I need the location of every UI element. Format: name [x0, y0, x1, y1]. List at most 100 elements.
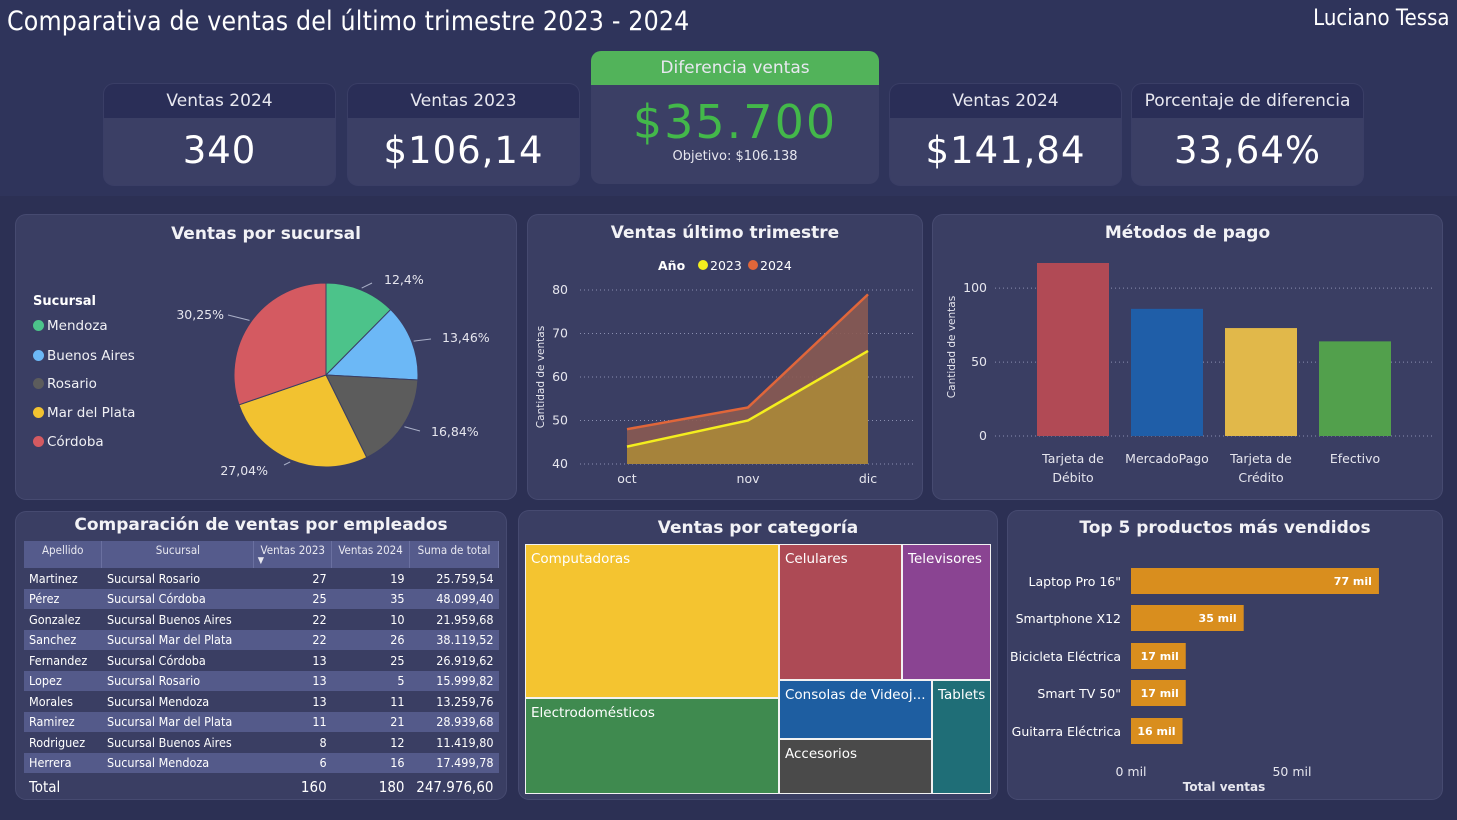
table-cell: 5: [331, 670, 410, 691]
table-cell: 11.419,80: [409, 732, 499, 753]
employees-panel[interactable]: Comparación de ventas por empleados Apel…: [16, 512, 506, 799]
top5-panel[interactable]: Top 5 productos más vendidos Laptop Pro …: [1008, 511, 1442, 799]
table-cell: 13: [253, 670, 332, 691]
legend-label-2023: 2023: [710, 258, 742, 273]
y-tick-label: 60: [552, 369, 568, 384]
pie-panel[interactable]: Ventas por sucursal Sucursal Mendoza Bue…: [16, 215, 516, 499]
x-tick-label: 50 mil: [1272, 764, 1311, 779]
table-cell: 21.959,68: [409, 609, 499, 630]
data-label: 35 mil: [1199, 612, 1237, 625]
treemap-cell-tablets[interactable]: Tablets: [932, 680, 991, 794]
table-cell: 10: [331, 609, 410, 630]
y-tick-label: Laptop Pro 16": [1029, 574, 1121, 589]
y-tick-label: 100: [963, 280, 987, 295]
table-total-cell: 247.976,60: [409, 773, 499, 797]
kpi-value: 340: [182, 129, 257, 172]
data-label: 77 mil: [1334, 575, 1372, 588]
pie-leader-line: [413, 338, 432, 342]
legend-dot: [698, 260, 708, 270]
col-ventas-2023[interactable]: Ventas 2023 ▼: [253, 541, 333, 568]
table-cell: 28.939,68: [409, 711, 499, 732]
table-cell: 11: [331, 691, 410, 712]
x-tick-label: Débito: [1052, 470, 1093, 485]
data-label: 17 mil: [1141, 650, 1179, 663]
table-cell: 38.119,52: [409, 629, 499, 650]
kpi-card-diferencia-ventas[interactable]: Diferencia ventas $35.700 Objetivo: $106…: [591, 51, 879, 184]
table-row[interactable]: Pérez Sucursal Córdoba 25 35 48.099,40: [24, 588, 499, 609]
sort-desc-icon: ▼: [257, 556, 265, 566]
kpi-card-ventas-2023[interactable]: Ventas 2023 $106,14 mil: [348, 84, 579, 185]
top5-chart[interactable]: Laptop Pro 16" 77 mil Smartphone X12 35 mil…: [1008, 511, 1442, 799]
bar-1: [1131, 308, 1203, 436]
bar-panel[interactable]: Métodos de pago 0 50 100 Cantidad de ventas…: [933, 215, 1442, 499]
table-cell: Sucursal Córdoba: [101, 588, 254, 609]
table-row[interactable]: Morales Sucursal Mendoza 13 11 13.259,76: [24, 691, 499, 712]
table-cell: 27: [253, 568, 332, 589]
y-tick-label: Smartphone X12: [1016, 611, 1121, 626]
data-label: 16 mil: [1137, 725, 1175, 738]
page-title: Comparativa de ventas del último trimest…: [7, 6, 690, 37]
bar-2: [1225, 328, 1297, 436]
table-cell: 22: [253, 609, 332, 630]
bar-3: [1319, 341, 1391, 436]
x-tick-label: MercadoPago: [1125, 451, 1209, 466]
pie-leader-line: [404, 426, 421, 432]
pie-chart[interactable]: 12,4% 13,46% 16,84% 27,04% 30,25%: [16, 215, 516, 499]
table-cell: 13: [253, 691, 332, 712]
x-tick-label: nov: [737, 471, 761, 486]
kpi-label: Porcentaje de diferencia: [1132, 84, 1363, 118]
treemap-cell-electrodomesticos[interactable]: Electrodomésticos: [525, 698, 779, 794]
table-cell: Herrera: [24, 752, 102, 773]
col-ventas-2024[interactable]: Ventas 2024: [331, 541, 410, 568]
kpi-card-ventas-2024-amount[interactable]: Ventas 2024 $141,84 mil: [890, 84, 1121, 185]
col-apellido[interactable]: Apellido: [24, 541, 103, 568]
table-cell: Fernandez: [24, 650, 102, 671]
treemap-cell-computadoras[interactable]: Computadoras: [525, 544, 779, 698]
table-row[interactable]: Gonzalez Sucursal Buenos Aires 22 10 21.959,…: [24, 609, 499, 630]
x-tick-label: oct: [617, 471, 637, 486]
table-cell: 17.499,78: [409, 752, 499, 773]
table-cell: 13: [253, 650, 332, 671]
treemap-cell-consolas[interactable]: Consolas de Videoj...: [779, 680, 932, 739]
table-cell: Pérez: [24, 588, 102, 609]
treemap-cell-celulares[interactable]: Celulares: [779, 544, 902, 680]
bar-chart[interactable]: 0 50 100 Cantidad de ventas Tarjeta de Débito…: [933, 215, 1442, 499]
table-cell: 15.999,82: [409, 670, 499, 691]
pie-data-label: 13,46%: [442, 330, 490, 345]
treemap-cell-accesorios[interactable]: Accesorios: [779, 739, 932, 794]
table-row[interactable]: Herrera Sucursal Mendoza 6 16 17.499,78: [24, 752, 499, 773]
pie-data-label: 12,4%: [384, 272, 424, 287]
table-cell: 8: [253, 732, 332, 753]
table-row[interactable]: Fernandez Sucursal Córdoba 13 25 26.919,62: [24, 650, 499, 671]
pie-data-label: 27,04%: [220, 463, 268, 478]
x-tick-label: Tarjeta de: [1041, 451, 1104, 466]
table-row[interactable]: Sanchez Sucursal Mar del Plata 22 26 38.119,…: [24, 629, 499, 650]
table-cell: 26.919,62: [409, 650, 499, 671]
table-cell: 16: [331, 752, 410, 773]
table-row[interactable]: Ramirez Sucursal Mar del Plata 11 21 28.939,…: [24, 711, 499, 732]
table-cell: Gonzalez: [24, 609, 102, 630]
table-cell: Sucursal Buenos Aires: [101, 732, 254, 753]
table-row[interactable]: Martinez Sucursal Rosario 27 19 25.759,54: [24, 568, 499, 589]
line-panel[interactable]: Ventas último trimestre Año 2023 2024 40 50 6…: [528, 215, 922, 499]
kpi-card-ventas-2024-count[interactable]: Ventas 2024 340: [104, 84, 335, 185]
table-row[interactable]: Lopez Sucursal Rosario 13 5 15.999,82: [24, 670, 499, 691]
table-total-row: Total 160 180 247.976,60: [24, 773, 499, 797]
treemap-panel[interactable]: Ventas por categoría Computadoras Electr…: [519, 511, 997, 799]
col-sucursal[interactable]: Sucursal: [101, 541, 255, 568]
data-label: 17 mil: [1141, 687, 1179, 700]
employees-table[interactable]: Apellido Sucursal Ventas 2023 ▼ Ventas 20…: [24, 541, 499, 797]
treemap-cell-televisores[interactable]: Televisores: [902, 544, 991, 680]
table-cell: 22: [253, 629, 332, 650]
kpi-card-porcentaje-diferencia[interactable]: Porcentaje de diferencia 33,64%: [1132, 84, 1363, 185]
table-cell: Sucursal Mar del Plata: [101, 711, 254, 732]
table-cell: 21: [331, 711, 410, 732]
col-suma-total[interactable]: Suma de total: [409, 541, 499, 568]
table-cell: Sucursal Rosario: [101, 670, 254, 691]
table-row[interactable]: Rodriguez Sucursal Buenos Aires 8 12 11.419,…: [24, 732, 499, 753]
employees-title: Comparación de ventas por empleados: [74, 515, 448, 535]
table-cell: 25: [253, 588, 332, 609]
line-chart[interactable]: Año 2023 2024 40 50 60 70 80 Cantidad de ventas o…: [528, 215, 922, 499]
kpi-value: $141,84 mil: [925, 129, 1086, 172]
bar-0: [1037, 263, 1109, 436]
